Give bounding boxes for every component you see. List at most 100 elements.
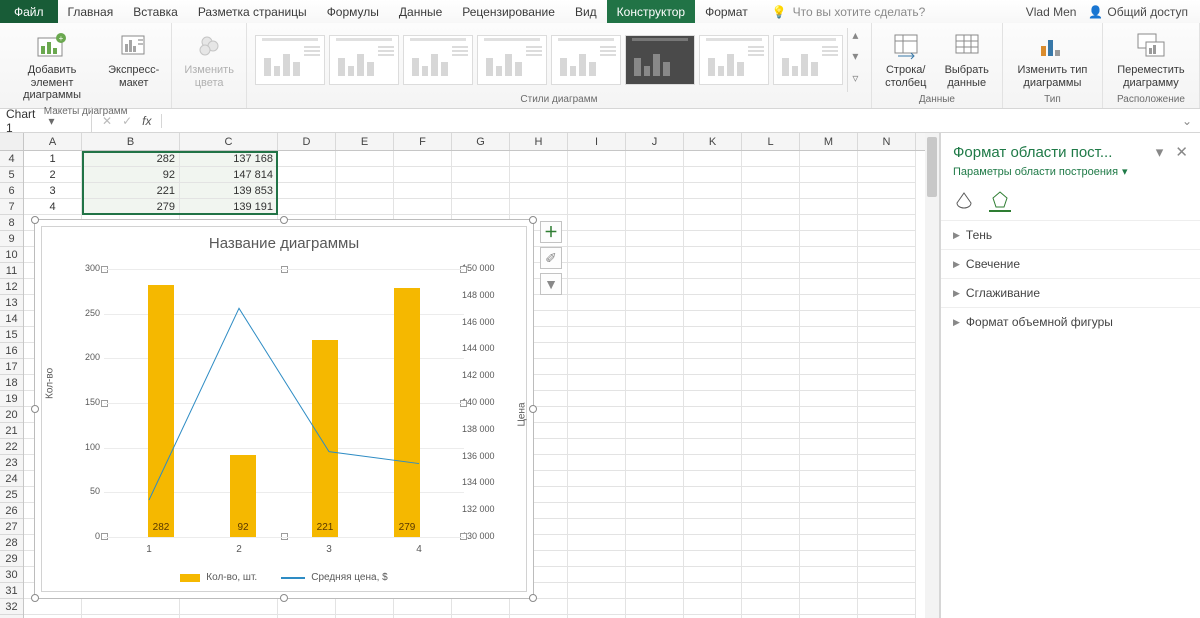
resize-handle[interactable] xyxy=(31,594,39,602)
worksheet[interactable]: A B C D E F G H I J K L M N 456789101112… xyxy=(0,133,940,618)
col-header: J xyxy=(626,133,684,150)
chart-styles-gallery[interactable]: ▴ ▾ ▿ xyxy=(255,28,863,92)
change-chart-type-button[interactable]: Изменить тип диаграммы xyxy=(1011,28,1094,92)
tab-pagelayout[interactable]: Разметка страницы xyxy=(188,0,317,23)
col-header: M xyxy=(800,133,858,150)
quick-layout-button[interactable]: Экспресс-макет xyxy=(104,28,163,104)
pane-item-shadow[interactable]: ▶Тень xyxy=(941,220,1200,249)
column-headers[interactable]: A B C D E F G H I J K L M N xyxy=(24,133,939,151)
chevron-right-icon: ▶ xyxy=(953,288,960,299)
resize-handle[interactable] xyxy=(280,216,288,224)
gallery-down-icon[interactable]: ▾ xyxy=(848,49,863,70)
col-header: B xyxy=(82,133,180,150)
chart-title[interactable]: Название диаграммы xyxy=(42,227,526,256)
chart-style-thumb[interactable] xyxy=(625,35,695,85)
chevron-down-icon[interactable]: ▾ xyxy=(49,114,86,128)
chart-style-thumb[interactable] xyxy=(699,35,769,85)
tab-insert[interactable]: Вставка xyxy=(123,0,188,23)
chart-style-thumb[interactable] xyxy=(551,35,621,85)
col-header: L xyxy=(742,133,800,150)
chart-style-thumb[interactable] xyxy=(329,35,399,85)
add-chart-element-button[interactable]: + Добавить элемент диаграммы xyxy=(8,28,96,104)
chart-style-thumb[interactable] xyxy=(477,35,547,85)
legend-swatch-line xyxy=(281,577,305,579)
y-axis-right-label: Цена xyxy=(517,402,528,426)
ribbon-tabs: Файл Главная Вставка Разметка страницы Ф… xyxy=(0,0,925,23)
pane-item-glow[interactable]: ▶Свечение xyxy=(941,249,1200,278)
y-axis-left: 050100150200250300 xyxy=(70,269,100,537)
tell-me[interactable]: 💡Что вы хотите сделать? xyxy=(758,0,926,23)
brush-icon: ✐ xyxy=(545,250,557,267)
fill-line-icon[interactable] xyxy=(953,190,975,212)
share-icon: 👤 xyxy=(1088,5,1103,19)
chart-legend[interactable]: Кол-во, шт. Средняя цена, $ xyxy=(42,572,526,583)
tab-format[interactable]: Формат xyxy=(695,0,758,23)
resize-handle[interactable] xyxy=(529,594,537,602)
chevron-right-icon: ▶ xyxy=(953,230,960,241)
col-header: G xyxy=(452,133,510,150)
col-header: N xyxy=(858,133,916,150)
close-icon[interactable]: ✕ xyxy=(1175,144,1188,161)
tab-formulas[interactable]: Формулы xyxy=(317,0,389,23)
tab-file[interactable]: Файл xyxy=(0,0,58,23)
gallery-more-icon[interactable]: ▿ xyxy=(848,71,863,92)
resize-handle[interactable] xyxy=(529,216,537,224)
lightbulb-icon: 💡 xyxy=(772,5,787,19)
chart-plus-button[interactable]: ＋ xyxy=(540,221,562,243)
chart-object[interactable]: Название диаграммы Кол-во Цена 050100150… xyxy=(34,219,534,599)
user-name: Vlad Men xyxy=(1026,5,1077,19)
chart-side-buttons: ＋ ✐ ▼ xyxy=(540,221,562,295)
chart-brush-button[interactable]: ✐ xyxy=(540,247,562,269)
fx-icon[interactable]: fx xyxy=(142,114,151,128)
col-header: H xyxy=(510,133,568,150)
col-header: K xyxy=(684,133,742,150)
tab-view[interactable]: Вид xyxy=(565,0,607,23)
select-data-button[interactable]: Выбрать данные xyxy=(940,28,994,92)
share-button[interactable]: 👤Общий доступ xyxy=(1088,5,1188,19)
tab-design[interactable]: Конструктор xyxy=(607,0,695,23)
row-headers[interactable]: 4567891011121314151617181920212223242526… xyxy=(0,151,24,618)
y-axis-right: 130 000132 000134 000136 000138 000140 0… xyxy=(462,269,504,537)
chart-style-thumb[interactable] xyxy=(773,35,843,85)
legend-swatch-bar xyxy=(180,574,200,582)
scrollbar-thumb[interactable] xyxy=(927,137,937,197)
resize-handle[interactable] xyxy=(529,405,537,413)
vertical-scrollbar[interactable] xyxy=(925,133,939,618)
ribbon-group-label: Данные xyxy=(919,92,955,108)
tab-data[interactable]: Данные xyxy=(389,0,452,23)
gallery-up-icon[interactable]: ▴ xyxy=(848,28,863,49)
resize-handle[interactable] xyxy=(31,216,39,224)
ribbon: + Добавить элемент диаграммы Экспресс-ма… xyxy=(0,23,1200,109)
plus-icon: ＋ xyxy=(544,222,558,242)
pane-subtitle[interactable]: Параметры области построения▾ xyxy=(941,165,1200,186)
titlebar: Файл Главная Вставка Разметка страницы Ф… xyxy=(0,0,1200,23)
col-header: E xyxy=(336,133,394,150)
pane-sections: ▶Тень ▶Свечение ▶Сглаживание ▶Формат объ… xyxy=(941,220,1200,336)
svg-text:+: + xyxy=(59,34,64,43)
pane-dropdown-icon[interactable]: ▾ xyxy=(1156,144,1164,161)
switch-row-column-button[interactable]: Строка/столбец xyxy=(880,28,932,92)
ribbon-group-label: Тип xyxy=(1044,92,1061,108)
ribbon-group-label: Расположение xyxy=(1117,92,1185,108)
tab-home[interactable]: Главная xyxy=(58,0,124,23)
chart-style-thumb[interactable] xyxy=(403,35,473,85)
plot-area[interactable]: 28292221279 xyxy=(104,269,464,537)
pane-item-3dformat[interactable]: ▶Формат объемной фигуры xyxy=(941,307,1200,336)
enter-icon[interactable]: ✓ xyxy=(122,114,132,128)
chart-style-thumb[interactable] xyxy=(255,35,325,85)
pane-item-softedges[interactable]: ▶Сглаживание xyxy=(941,278,1200,307)
effects-icon[interactable] xyxy=(989,190,1011,212)
chevron-right-icon: ▶ xyxy=(953,259,960,270)
tab-review[interactable]: Рецензирование xyxy=(452,0,565,23)
select-all-corner[interactable] xyxy=(0,133,24,151)
cancel-icon[interactable]: ✕ xyxy=(102,114,112,128)
chart-filter-button[interactable]: ▼ xyxy=(540,273,562,295)
name-box[interactable]: Chart 1▾ xyxy=(0,107,92,135)
resize-handle[interactable] xyxy=(31,405,39,413)
y-axis-left-label: Кол-во xyxy=(45,368,56,399)
filter-icon: ▼ xyxy=(544,276,558,292)
ribbon-group-label: Стили диаграмм xyxy=(520,92,597,108)
col-header: I xyxy=(568,133,626,150)
expand-formula-icon[interactable]: ⌄ xyxy=(1174,114,1200,128)
move-chart-button[interactable]: Переместить диаграмму xyxy=(1111,28,1191,92)
